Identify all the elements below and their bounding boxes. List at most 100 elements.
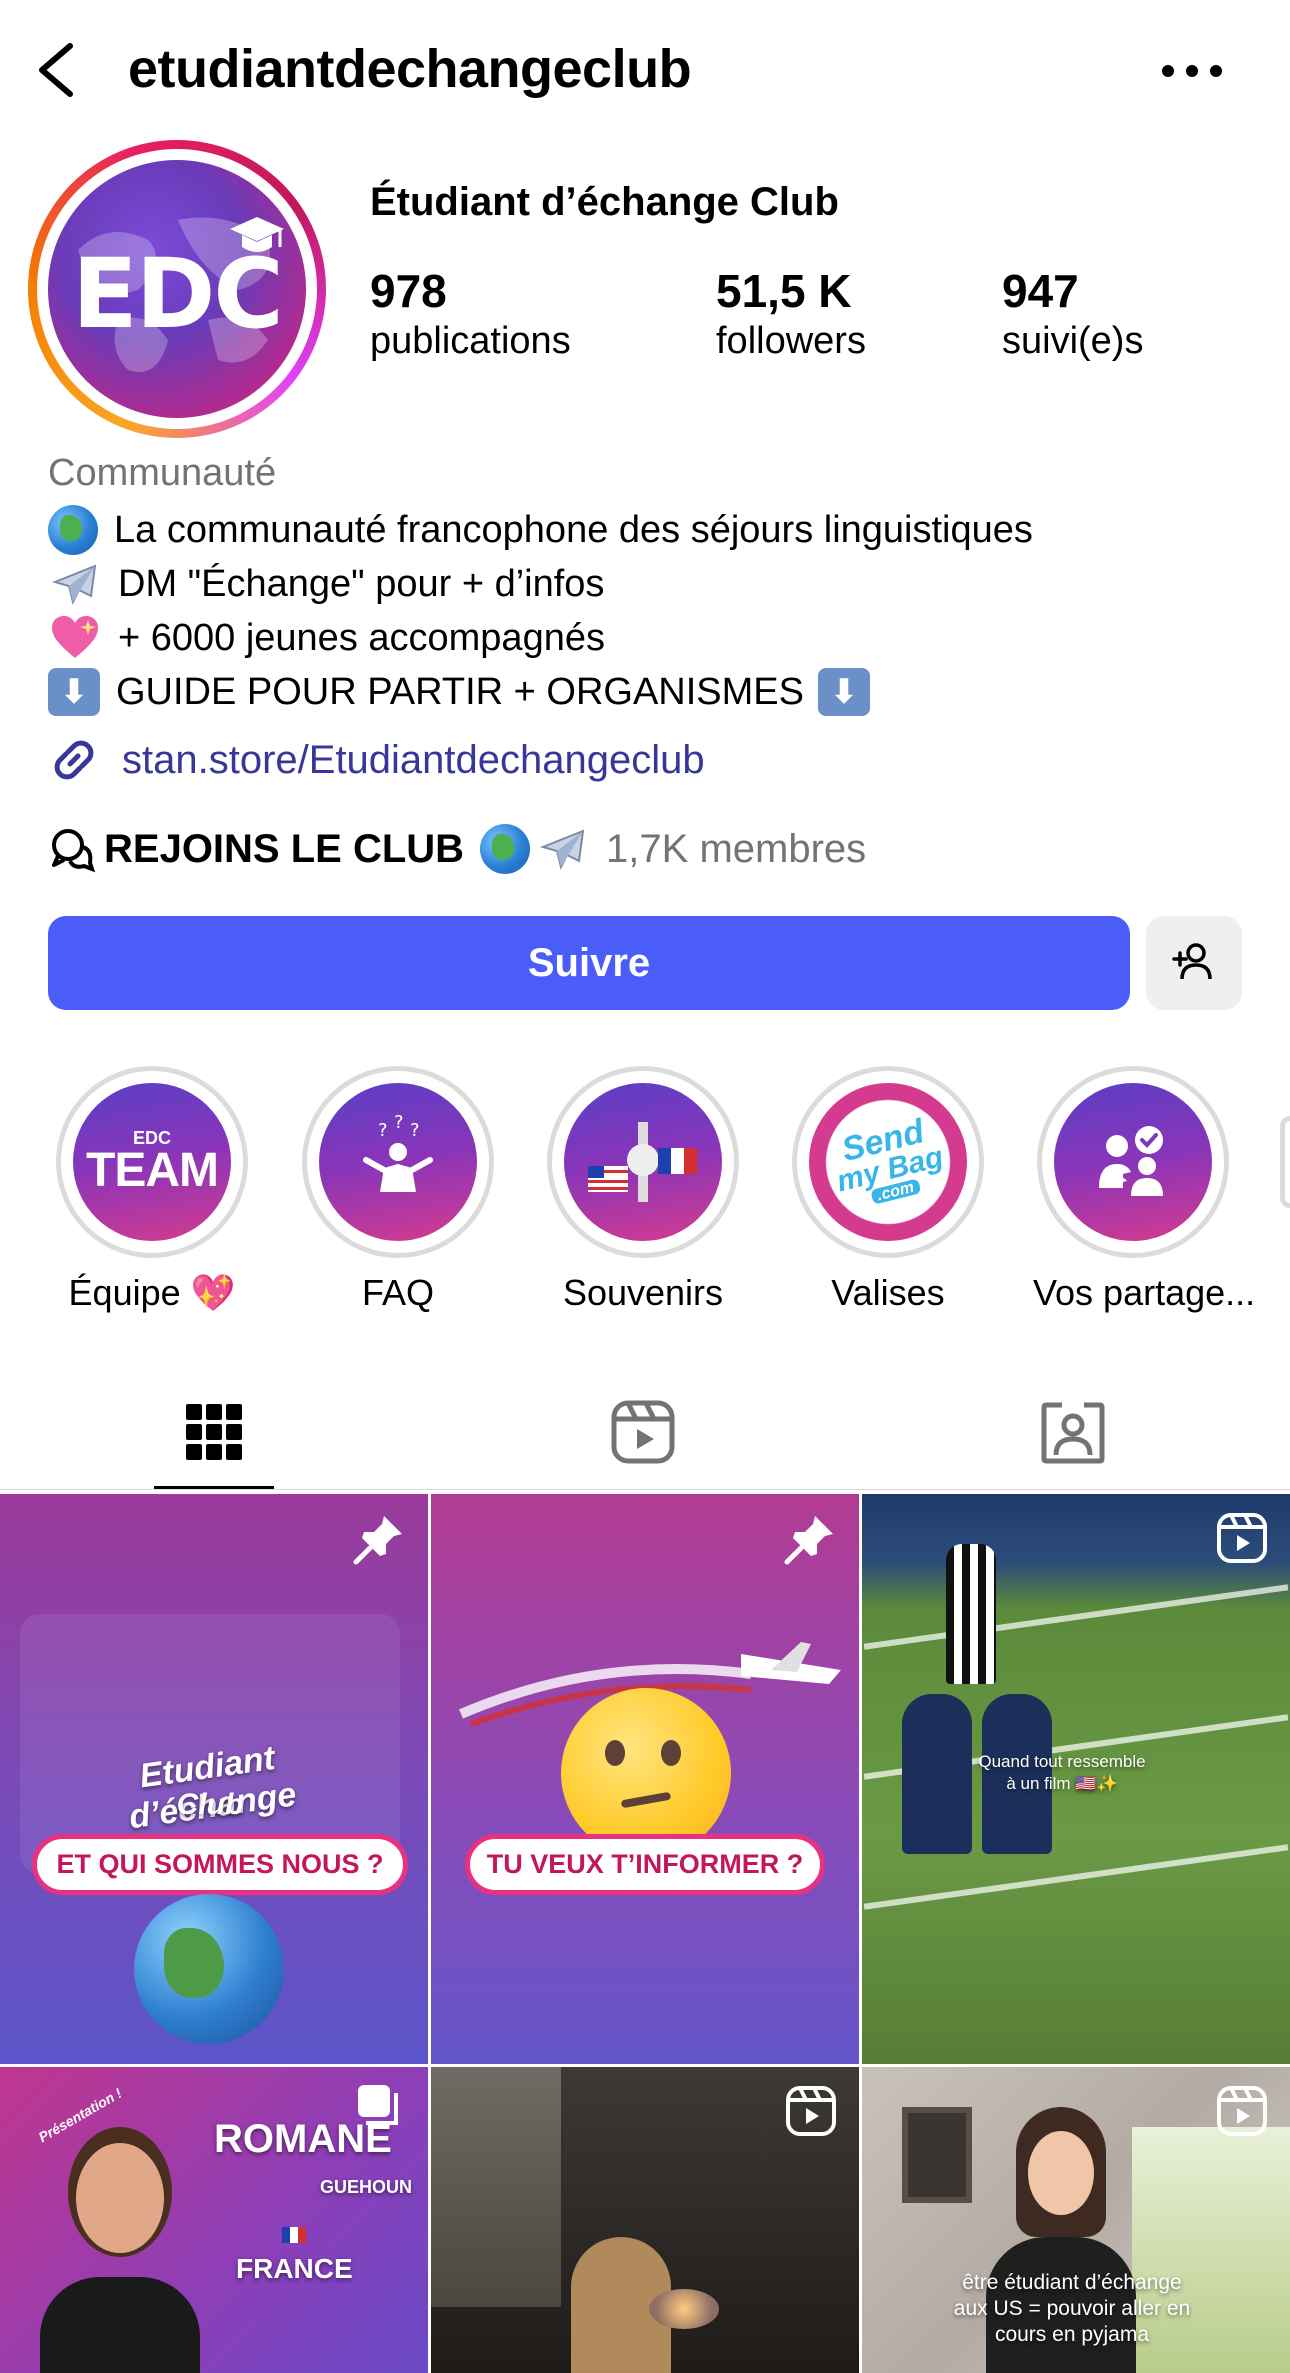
down-arrow-emoji: ⬇ <box>48 668 100 716</box>
highlight-valises[interactable]: Send my Bag .com Valises <box>788 1066 988 1314</box>
tagged-icon <box>1041 1402 1105 1464</box>
stat-value: 51,5 K <box>716 265 852 317</box>
post-tile[interactable]: Présentation ! ROMANE GUEHOUN FRANCE <box>0 2067 428 2373</box>
grid-icon <box>186 1404 242 1460</box>
svg-text:?: ? <box>394 1112 404 1133</box>
person-photo <box>40 2127 200 2373</box>
stat-following[interactable]: 947 suivi(e)s <box>1002 264 1143 363</box>
bio-line: DM "Échange" pour + d’infos <box>48 557 1033 611</box>
bio-text: GUIDE POUR PARTIR + ORGANISMES <box>116 671 804 713</box>
post-caption: cours en pyjama <box>994 2323 1150 2346</box>
reel-icon <box>1217 2086 1267 2136</box>
post-tile[interactable]: être étudiant d’échange aux US = pouvoir… <box>862 2067 1290 2373</box>
highlight-vos-partages[interactable]: Vos partage... <box>1033 1066 1256 1314</box>
post-tile[interactable] <box>431 2067 859 2373</box>
chevron-left-icon[interactable] <box>34 38 78 102</box>
reel-icon <box>786 2086 836 2136</box>
stat-label: suivi(e)s <box>1002 320 1144 362</box>
stat-publications[interactable]: 978 publications <box>370 264 571 363</box>
bio-text: La communauté francophone des séjours li… <box>114 509 1033 551</box>
post-caption: aux US = pouvoir aller en <box>953 2297 1191 2320</box>
post-tile[interactable]: Quand tout ressemble à un film 🇺🇸✨ <box>862 1494 1290 2064</box>
pin-icon <box>353 1516 402 1565</box>
cake-image <box>649 2289 719 2329</box>
pin-icon <box>784 1516 833 1565</box>
more-horizontal-icon[interactable] <box>1152 46 1232 96</box>
top-bar: etudiantdechangeclub <box>0 0 1290 140</box>
stat-label: followers <box>716 320 866 362</box>
tab-tagged[interactable] <box>1013 1382 1133 1482</box>
globe-image <box>134 1894 284 2044</box>
highlight-label: Valises <box>831 1272 945 1313</box>
bio-text: DM "Échange" pour + d’infos <box>118 563 605 605</box>
suggested-users-button[interactable] <box>1146 916 1242 1010</box>
globe-emoji <box>480 824 531 874</box>
bio-line: La communauté francophone des séjours li… <box>48 503 1033 557</box>
picture-frame <box>902 2107 972 2203</box>
post-caption: Quand tout ressemble <box>978 1752 1146 1771</box>
confused-person-icon: ? ? ? <box>363 1112 433 1192</box>
highlight-label: Vos partage... <box>1033 1272 1256 1313</box>
bio-text: + 6000 jeunes accompagnés <box>118 617 605 659</box>
highlight-cover: EDC TEAM <box>73 1083 231 1241</box>
french-flag-icon <box>282 2227 306 2243</box>
profile-handle: etudiantdechangeclub <box>128 39 692 99</box>
bio-link[interactable]: stan.store/Etudiantdechangeclub <box>48 734 705 786</box>
post-subtitle: Club <box>176 1788 244 1821</box>
add-user-icon <box>1172 943 1212 980</box>
highlight-cover-big: TEAM <box>86 1144 219 1197</box>
stat-label: publications <box>370 320 571 362</box>
reel-icon <box>1217 1513 1267 1563</box>
down-arrow-emoji: ⬇ <box>818 668 870 716</box>
svg-text:?: ? <box>410 1120 420 1141</box>
channel-name: REJOINS LE CLUB <box>104 826 465 871</box>
bio-line: ⬇ GUIDE POUR PARTIR + ORGANISMES ⬇ <box>48 665 1033 719</box>
highlight-souvenirs[interactable]: Souvenirs <box>543 1066 743 1314</box>
highlight-faq[interactable]: ? ? ? FAQ <box>298 1066 498 1314</box>
airplane-emoji <box>536 825 590 873</box>
users-check-icon <box>1099 1126 1163 1196</box>
highlight-cover: ? ? ? <box>319 1083 477 1241</box>
highlight-cover: Send my Bag .com <box>809 1083 967 1241</box>
thinking-face-emoji <box>561 1688 731 1858</box>
follow-button[interactable]: Suivre <box>48 916 1130 1010</box>
broadcast-channel[interactable]: REJOINS LE CLUB 1,7K membres <box>48 824 866 874</box>
channel-icon <box>52 829 96 873</box>
profile-category: Communauté <box>48 452 277 494</box>
tab-divider <box>0 1489 1290 1490</box>
globe-emoji <box>48 505 98 555</box>
flags-icon <box>588 1122 697 1202</box>
highlight-cover <box>564 1083 722 1241</box>
tab-reels[interactable] <box>583 1382 703 1482</box>
sparkling-heart-emoji <box>48 614 102 662</box>
post-country: FRANCE <box>236 2253 353 2284</box>
stat-followers[interactable]: 51,5 K followers <box>716 264 866 363</box>
avatar[interactable]: EDC <box>28 140 326 438</box>
avatar-image: EDC <box>48 160 306 418</box>
post-pill: TU VEUX T’INFORMER ? <box>465 1834 825 1895</box>
highlight-team[interactable]: EDC TEAM Équipe 💖 <box>52 1066 252 1314</box>
post-caption: être étudiant d’échange <box>962 2271 1182 2294</box>
highlight-label: Souvenirs <box>562 1272 724 1313</box>
post-tile[interactable]: Etudiant d’échange Club ET QUI SOMMES NO… <box>0 1494 428 2064</box>
highlight-cover <box>1054 1083 1212 1241</box>
highlight-partial[interactable] <box>1280 1116 1290 1208</box>
stat-value: 947 <box>1002 265 1079 317</box>
reels-icon <box>611 1400 675 1464</box>
bio-line: + 6000 jeunes accompagnés <box>48 611 1033 665</box>
tab-grid[interactable] <box>154 1382 274 1482</box>
channel-members: 1,7K membres <box>606 826 867 871</box>
post-tile[interactable]: TU VEUX T’INFORMER ? <box>431 1494 859 2064</box>
stat-value: 978 <box>370 265 447 317</box>
display-name: Étudiant d’échange Club <box>370 180 839 224</box>
link-text: stan.store/Etudiantdechangeclub <box>122 737 705 782</box>
highlight-label: FAQ <box>361 1272 435 1313</box>
post-place: GUEHOUN <box>320 2177 413 2197</box>
svg-text:?: ? <box>378 1120 388 1141</box>
player-figure <box>946 1544 996 1684</box>
carousel-icon <box>358 2085 398 2125</box>
bio: La communauté francophone des séjours li… <box>48 503 1033 719</box>
post-pill: ET QUI SOMMES NOUS ? <box>32 1834 408 1895</box>
window-image <box>431 2067 561 2307</box>
post-caption: à un film 🇺🇸✨ <box>1006 1774 1118 1793</box>
